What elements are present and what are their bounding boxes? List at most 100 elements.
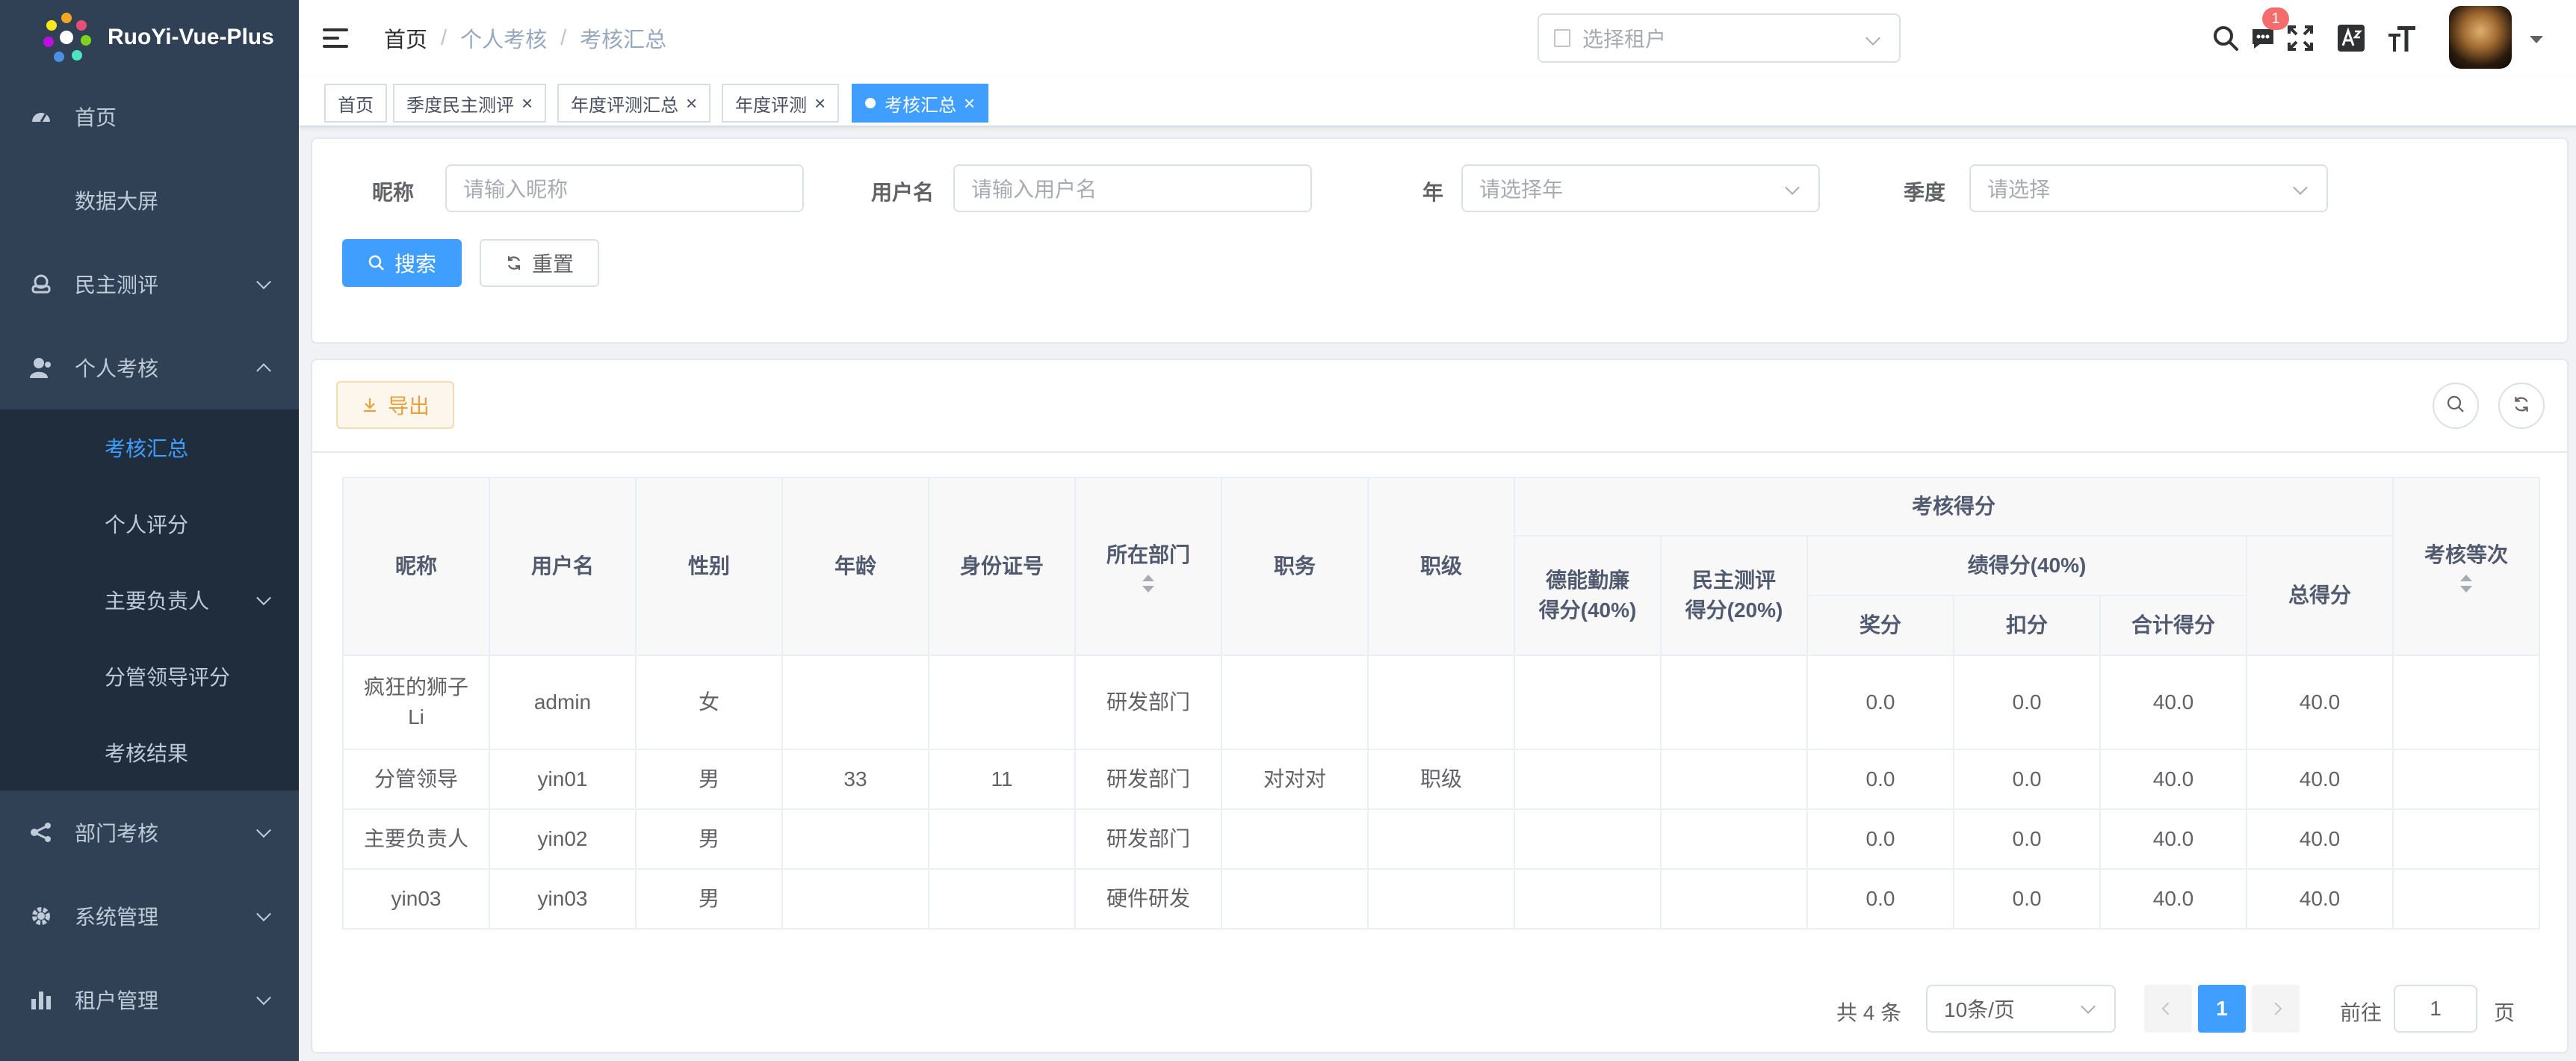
tag-label: 季度民主测评	[406, 95, 514, 116]
cell-nickname: 分管领导	[342, 749, 490, 810]
sidebar-item-label: 个人评分	[105, 513, 189, 536]
tag-assess-summary[interactable]: 考核汇总 ×	[852, 84, 989, 123]
language-icon[interactable]	[2334, 21, 2368, 55]
search-icon	[368, 254, 386, 272]
tenant-select[interactable]: 选择租户	[1538, 13, 1901, 63]
tag-quarter-eval[interactable]: 季度民主测评 ×	[393, 84, 547, 123]
sidebar-item-leader-score[interactable]: 分管领导评分	[0, 638, 299, 714]
year-select[interactable]: 请选择年	[1461, 164, 1820, 212]
sidebar-item-home[interactable]: 首页	[0, 75, 299, 158]
cell-age	[781, 655, 929, 750]
sidebar-item-democratic-eval[interactable]: 民主测评	[0, 242, 299, 326]
fullscreen-icon[interactable]	[2283, 21, 2318, 55]
cell-bonus: 0.0	[1806, 868, 1954, 929]
search-icon[interactable]	[2208, 21, 2243, 55]
column-header-nickname: 昵称	[342, 477, 490, 656]
close-icon[interactable]: ×	[521, 92, 533, 115]
sidebar-item-data-screen[interactable]: 数据大屏	[0, 158, 299, 242]
breadcrumb-item: 个人考核	[460, 28, 548, 52]
prev-page-button[interactable]	[2144, 985, 2192, 1033]
nickname-placeholder: 请输入昵称	[463, 178, 569, 201]
nickname-input[interactable]: 请输入昵称	[445, 164, 804, 212]
active-dot-icon	[865, 98, 876, 108]
export-button[interactable]: 导出	[336, 381, 454, 429]
next-page-button[interactable]	[2252, 985, 2300, 1033]
breadcrumb-item: 考核汇总	[580, 28, 667, 52]
cell-username: yin03	[489, 868, 637, 929]
close-icon[interactable]: ×	[686, 92, 697, 115]
cell-post	[1221, 868, 1369, 929]
peoples-icon	[30, 273, 52, 295]
year-placeholder: 请选择年	[1479, 178, 1564, 201]
sidebar-item-label: 考核结果	[105, 742, 189, 765]
quarter-placeholder: 请选择	[1987, 178, 2051, 201]
breadcrumb-separator: /	[560, 25, 567, 50]
logo[interactable]: RuoYi-Vue-Plus	[0, 0, 299, 75]
cell-perf-total: 40.0	[2099, 655, 2247, 750]
breadcrumb-item[interactable]: 首页	[384, 22, 427, 54]
page-size-select[interactable]: 10条/页	[1926, 985, 2116, 1033]
hamburger-icon[interactable]	[323, 27, 348, 49]
column-header-age: 年龄	[781, 477, 929, 656]
sidebar-item-personal-score[interactable]: 个人评分	[0, 486, 299, 562]
tag-label: 年度评测	[735, 95, 807, 116]
breadcrumb-separator: /	[441, 25, 448, 50]
tag-label: 考核汇总	[885, 95, 956, 116]
cell-moral	[1514, 808, 1662, 870]
tag-annual-eval[interactable]: 年度评测 ×	[722, 84, 840, 123]
year-label: 年	[1422, 181, 1444, 204]
cell-democratic	[1660, 655, 1808, 750]
quarter-label: 季度	[1904, 181, 1946, 204]
cell-idcard	[928, 655, 1076, 750]
goto-page-input[interactable]: 1	[2394, 985, 2477, 1033]
sidebar: RuoYi-Vue-Plus 首页 数据大屏 民主测评 个人考核 考核汇总 个人…	[0, 0, 299, 1061]
sidebar-item-label: 主要负责人	[105, 590, 210, 613]
chevron-down-icon	[256, 590, 271, 606]
cell-bonus: 0.0	[1806, 808, 1954, 870]
page-number-current[interactable]: 1	[2198, 985, 2246, 1033]
sidebar-item-dept-assess[interactable]: 部门考核	[0, 791, 299, 874]
tag-annual-summary[interactable]: 年度评测汇总 ×	[557, 84, 711, 123]
refresh-button[interactable]	[2498, 383, 2545, 429]
column-header-username: 用户名	[489, 477, 637, 656]
sidebar-item-personal-assess[interactable]: 个人考核	[0, 326, 299, 409]
chevron-down-icon	[1785, 180, 1800, 195]
caret-down-icon[interactable]	[2530, 36, 2543, 43]
quarter-select[interactable]: 请选择	[1969, 164, 2328, 212]
sidebar-item-assess-summary[interactable]: 考核汇总	[0, 409, 299, 486]
sidebar-item-assess-result[interactable]: 考核结果	[0, 714, 299, 791]
column-header-grade[interactable]: 考核等次	[2392, 477, 2541, 656]
cell-grade	[2392, 808, 2541, 870]
sidebar-item-main-leader[interactable]: 主要负责人	[0, 562, 299, 638]
toggle-search-button[interactable]	[2433, 383, 2479, 429]
sidebar-item-label: 数据大屏	[75, 190, 159, 213]
chevron-right-icon	[2269, 1002, 2282, 1015]
search-button[interactable]: 搜索	[342, 239, 462, 287]
cell-democratic	[1660, 868, 1808, 929]
cell-username: yin01	[489, 749, 637, 810]
data-table: 昵称 用户名 性别 年龄 身份证号 所在部门 职务 职级 考核得分 考核等次 德…	[342, 477, 2541, 929]
column-header-bonus: 奖分	[1806, 595, 1954, 656]
table-card: 导出 昵称 用户名 性别 年龄 身份证号 所在部门 职务 职级 考核得分 考核等…	[311, 359, 2569, 1054]
cell-deduct: 0.0	[1953, 655, 2101, 750]
column-header-democratic: 民主测评得分(20%)	[1660, 535, 1808, 656]
font-size-icon[interactable]	[2385, 21, 2419, 55]
tag-home[interactable]: 首页	[324, 84, 387, 123]
close-icon[interactable]: ×	[964, 92, 975, 115]
column-header-label: 所在部门	[1106, 543, 1190, 566]
reset-button[interactable]: 重置	[480, 239, 599, 287]
cell-rank	[1367, 655, 1515, 750]
column-header-label: 考核等次	[2424, 543, 2509, 566]
chevron-down-icon	[2293, 180, 2308, 195]
cell-democratic	[1660, 808, 1808, 870]
sidebar-item-tenant[interactable]: 租户管理	[0, 958, 299, 1042]
avatar[interactable]	[2449, 6, 2512, 69]
sort-icon[interactable]	[1142, 575, 1154, 593]
username-input[interactable]: 请输入用户名	[953, 164, 1312, 212]
sidebar-item-system[interactable]: 系统管理	[0, 874, 299, 958]
cell-post	[1221, 808, 1369, 870]
close-icon[interactable]: ×	[814, 92, 826, 115]
sort-icon[interactable]	[2460, 575, 2473, 593]
search-button-label: 搜索	[394, 253, 436, 276]
column-header-dept[interactable]: 所在部门	[1074, 477, 1222, 656]
